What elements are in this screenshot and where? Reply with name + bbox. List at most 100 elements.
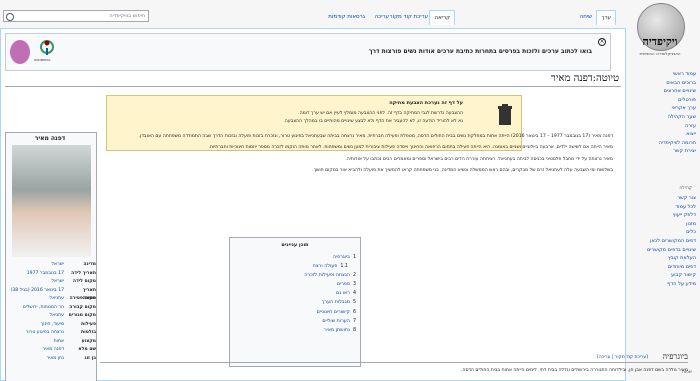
row-value[interactable]: 17 בינואר 2016 (בגיל 38) xyxy=(8,287,64,296)
row-value[interactable]: ישראל xyxy=(8,261,64,270)
notice-line-1: ההצבעה נדרשת לגבי המחיקה בדף זה. לפני הה… xyxy=(298,111,463,116)
content-area: × בואו לכתוב ערכים ולזכות בפרסים בתחרות … xyxy=(0,28,626,381)
infobox-row: תאריך לידה 17 בנובמבר 1977 xyxy=(8,270,96,279)
nav-item[interactable]: ערך אקראי xyxy=(626,104,696,113)
row-value[interactable]: נתן מאיר xyxy=(8,355,64,364)
toc-label[interactable]: מגבלות הערך xyxy=(322,300,350,305)
row-key: תאריך לידה xyxy=(71,270,96,276)
tab-article[interactable]: ערך xyxy=(596,10,616,25)
row-value[interactable]: אחות xyxy=(8,338,64,347)
notice-title: על דף זה נערכת הצבעת מחיקה xyxy=(389,100,463,106)
toc-number: 1 xyxy=(352,255,356,260)
toc-label[interactable]: הערות שוליים xyxy=(322,319,350,324)
tool-item[interactable]: כלים xyxy=(626,228,696,237)
toc-label[interactable]: קישורים חיצוניים xyxy=(317,310,350,315)
top-bar: ערך שיחה קריאה עריכת קוד מקור עריכה גרסא… xyxy=(0,0,700,30)
toc-label[interactable]: ביוגרפיה xyxy=(333,255,350,260)
toc-item[interactable]: 1.1פעולה ורצח xyxy=(232,262,356,271)
toc-item[interactable]: 1ביוגרפיה xyxy=(232,253,356,262)
tool-item[interactable]: קישור קבוע xyxy=(626,271,696,280)
row-value[interactable]: סיעוד, חינוך xyxy=(8,321,64,330)
portrait-image[interactable] xyxy=(12,145,91,257)
tool-item[interactable]: העלאת קובץ xyxy=(626,254,696,263)
nav-item[interactable]: שער הקהילה xyxy=(626,113,696,122)
infobox-row: מקום קבורה הר המנוחות, ירושלים xyxy=(8,304,96,313)
row-value[interactable]: דפנה מאיר xyxy=(8,346,65,355)
wikimedia-logo: WIKIMEDIA xyxy=(34,40,58,62)
tool-item[interactable]: דפים מיוחדים xyxy=(626,263,696,272)
toc-item[interactable]: 7הערות שוליים xyxy=(232,317,356,326)
toc-label[interactable]: ראו גם xyxy=(336,291,350,296)
toc-number: 4 xyxy=(352,291,356,297)
toc-title: תוכן עניינים xyxy=(281,242,309,248)
row-value[interactable]: נרצחה בפיגוע טרור xyxy=(8,329,64,338)
toc-label[interactable]: נחושתן מאיר xyxy=(324,328,350,333)
infobox-row: מקצוע אחות xyxy=(8,338,96,347)
nav-item[interactable]: עזרה xyxy=(626,122,696,131)
nav-item[interactable]: עמוד ראשי xyxy=(626,70,696,79)
nav-item[interactable]: ברוכים הבאים xyxy=(626,79,696,88)
contest-logo xyxy=(10,40,30,64)
toc-number: 1.1 xyxy=(340,264,348,270)
notice-text: ההצבעה נדרשת לגבי המחיקה בדף זה. לפני הה… xyxy=(123,110,463,126)
tab-read[interactable]: קריאה xyxy=(429,10,455,25)
section-edit-link[interactable]: [עריכת קוד מקור | עריכה] xyxy=(597,355,648,360)
toc-item[interactable]: 4ראו גם xyxy=(232,289,356,298)
toc-item[interactable]: 8נחושתן מאיר xyxy=(232,326,356,335)
infobox: דפנה מאיר מדינה ישראל תאריך לידה 17 בנובמב… xyxy=(5,132,97,381)
toc-number: 8 xyxy=(352,327,356,333)
infobox-row: מדינה ישראל xyxy=(8,261,96,270)
tool-item[interactable]: שינויים בדפים מקושרים xyxy=(626,246,696,255)
tool-item[interactable]: לכל עמוד xyxy=(626,203,696,212)
body-paragraph: מאיר הייתה אם לשישה ילדים, ארבעה ביולוגי… xyxy=(208,145,613,151)
toc-label[interactable]: ספרים xyxy=(337,282,350,287)
nav-item[interactable]: פורטלים xyxy=(626,96,696,105)
infobox-title: דפנה מאיר xyxy=(34,135,66,142)
toc-label[interactable]: הנצחה ופעילות לזכרה xyxy=(304,273,350,278)
row-key: מקום לידה xyxy=(72,279,96,284)
row-value[interactable]: 17 בנובמבר 1977 xyxy=(8,270,64,279)
infobox-row: מקום לידה ישראל xyxy=(8,278,96,287)
infobox-row: שם מלא דפנה מאיר xyxy=(8,346,97,355)
row-value[interactable]: עתניאל xyxy=(8,295,64,304)
banner-text[interactable]: בואו לכתוב ערכים ולזכות בפרסים בתחרות כת… xyxy=(369,48,592,55)
search-icon[interactable] xyxy=(6,13,14,21)
tab-edit[interactable]: עריכה xyxy=(371,10,393,25)
tool-item[interactable]: צור קשר xyxy=(626,194,696,203)
section-text: מאיר נולדה בשם דפנה אבן חן, ובילדותה התג… xyxy=(461,368,688,373)
title-divider xyxy=(5,86,621,87)
trash-icon xyxy=(498,104,512,125)
row-value[interactable]: הר המנוחות, ירושלים xyxy=(8,304,64,313)
tab-history[interactable]: גרסאות קודמות xyxy=(324,10,369,25)
tab-discussion[interactable]: שיחה xyxy=(576,10,596,25)
toc-item[interactable]: 5מגבלות הערך xyxy=(232,298,356,307)
toc-number: 2 xyxy=(352,273,356,279)
nav-item[interactable]: ייצוא xyxy=(626,130,696,139)
main-navigation: עמוד ראשי ברוכים הבאים שינויים אחרונים פ… xyxy=(626,70,696,156)
tool-item[interactable]: דלפק ייעוץ xyxy=(626,211,696,220)
toc-list: 1ביוגרפיה 1.1פעולה ורצח 2הנצחה ופעילות ל… xyxy=(232,253,356,335)
toc-label[interactable]: פעולה ורצח xyxy=(313,264,338,269)
toc-number: 5 xyxy=(352,300,356,306)
body-paragraph: דפנה מאיר (17 בנובמבר 1977 – 17 בינואר 2… xyxy=(138,134,613,139)
infobox-rows: מדינה ישראל תאריך לידה 17 בנובמבר 1977 מקו… xyxy=(8,261,96,363)
toc-item[interactable]: 3ספרים xyxy=(232,280,356,289)
tool-item[interactable]: מידע על הדף xyxy=(626,280,696,289)
tool-item[interactable]: מזנון xyxy=(626,220,696,229)
tool-item[interactable]: דפים המקושרים לכאן xyxy=(626,237,696,246)
nav-item[interactable]: תרומה לוויקיפדיה xyxy=(626,139,696,148)
search-input[interactable]: חיפוש בוויקיפדיה xyxy=(3,10,149,22)
close-icon[interactable]: × xyxy=(598,38,606,46)
infobox-row: מקום מגורים עתניאל xyxy=(8,312,96,321)
row-value[interactable]: עתניאל xyxy=(8,312,64,321)
nav-item[interactable]: שינויים אחרונים xyxy=(626,87,696,96)
nav-item[interactable]: יצירת קשר xyxy=(626,147,696,156)
toc-item[interactable]: 6קישורים חיצוניים xyxy=(232,308,356,317)
tools-navigation: צור קשר לכל עמוד דלפק ייעוץ מזנון כלים ד… xyxy=(626,194,696,289)
toc-number: 6 xyxy=(352,309,356,315)
row-value[interactable]: ישראל xyxy=(8,278,64,287)
section-divider xyxy=(100,362,688,363)
infobox-row: פעילות סיעוד, חינוך xyxy=(8,321,96,330)
toc-item[interactable]: 2הנצחה ופעילות לזכרה xyxy=(232,271,356,280)
site-title[interactable]: ויקיפדיה xyxy=(628,35,692,48)
